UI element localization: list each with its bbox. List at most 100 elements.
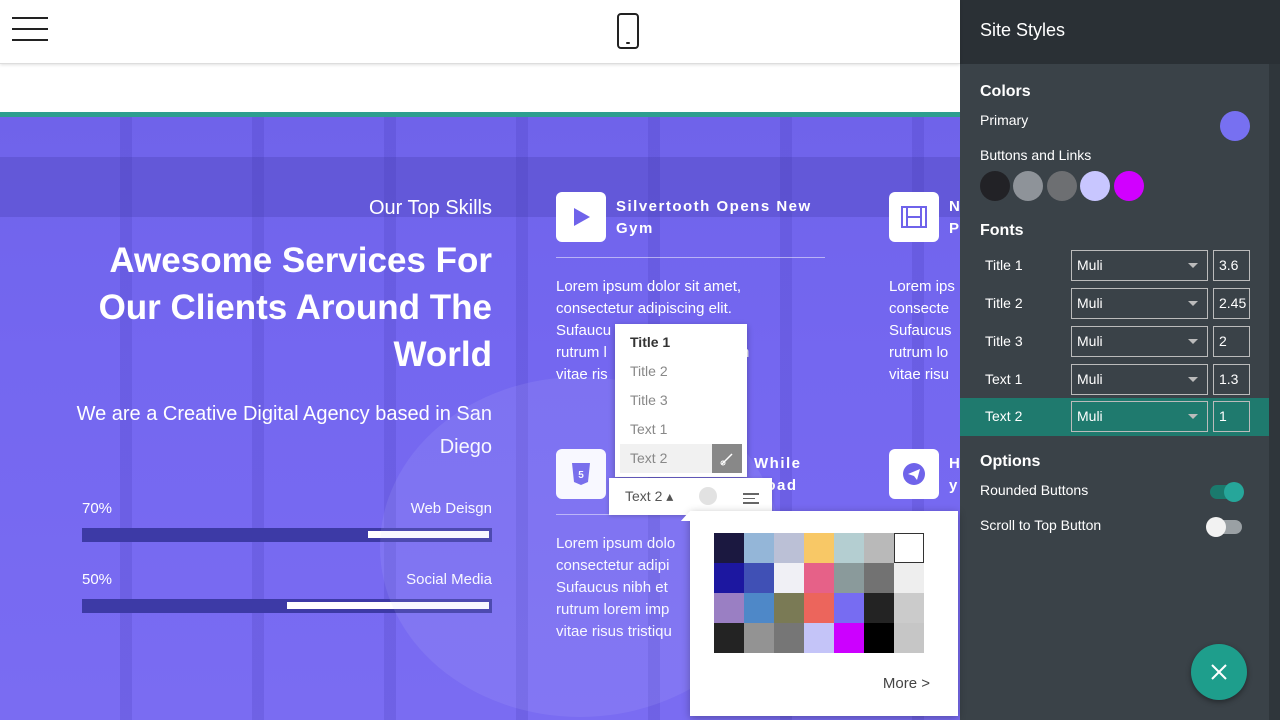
font-size-input[interactable]: 1: [1213, 401, 1250, 432]
color-swatch[interactable]: [774, 593, 804, 623]
button-color-swatch[interactable]: [980, 171, 1010, 201]
color-swatch[interactable]: [894, 533, 924, 563]
chevron-down-icon: [1188, 339, 1198, 344]
font-option-title-3[interactable]: Title 3: [615, 386, 747, 415]
font-family-value: Muli: [1077, 333, 1103, 349]
color-swatch[interactable]: [744, 593, 774, 623]
options-heading: Options: [980, 453, 1041, 470]
site-styles-panel: Site Styles Colors Primary Buttons and L…: [960, 0, 1280, 720]
color-swatch[interactable]: [804, 593, 834, 623]
font-family-select[interactable]: Muli: [1071, 326, 1208, 357]
html5-icon: 5: [556, 449, 606, 499]
color-swatch[interactable]: [774, 563, 804, 593]
color-swatch[interactable]: [894, 623, 924, 653]
color-swatch[interactable]: [834, 563, 864, 593]
card-text[interactable]: Lorem ipsum dolo consectetur adipi Sufau…: [556, 533, 696, 643]
hero-tagline[interactable]: We are a Creative Digital Agency based i…: [72, 398, 492, 464]
color-swatch[interactable]: [894, 563, 924, 593]
color-swatch[interactable]: [804, 533, 834, 563]
font-option-label: Text 2: [630, 450, 668, 466]
font-family-value: Muli: [1077, 295, 1103, 311]
color-swatch[interactable]: [834, 623, 864, 653]
font-option-title-1[interactable]: Title 1: [615, 328, 747, 357]
font-size-input[interactable]: 1.3: [1213, 364, 1250, 395]
font-option-text-1[interactable]: Text 1: [615, 415, 747, 444]
font-option-text-2[interactable]: Text 2: [620, 444, 742, 473]
telegram-icon: [889, 449, 939, 499]
skill-bar: [82, 599, 492, 613]
panel-scrollbar[interactable]: [1269, 64, 1280, 720]
skill-percent: 50%: [82, 571, 113, 588]
rounded-buttons-toggle[interactable]: [1210, 482, 1244, 502]
brush-icon[interactable]: [712, 444, 742, 473]
button-color-swatch[interactable]: [1013, 171, 1043, 201]
color-picker: More >: [681, 511, 958, 716]
hero-title[interactable]: Awesome Services For Our Clients Around …: [72, 237, 492, 378]
color-swatch[interactable]: [864, 563, 894, 593]
color-swatch[interactable]: [774, 623, 804, 653]
skill-bar: [82, 528, 492, 542]
card-title[interactable]: Silvertooth Opens New Gym: [616, 196, 816, 240]
font-row-title-1: Title 1 Muli 3.6: [960, 247, 1270, 285]
color-dot-icon[interactable]: [699, 487, 717, 505]
color-swatch[interactable]: [714, 563, 744, 593]
skill-bar-fill: [287, 602, 489, 609]
color-swatch[interactable]: [714, 593, 744, 623]
color-swatch[interactable]: [774, 533, 804, 563]
color-swatch[interactable]: [714, 533, 744, 563]
font-family-select[interactable]: Muli: [1071, 288, 1208, 319]
font-size-input[interactable]: 2.45: [1213, 288, 1250, 319]
button-color-swatch[interactable]: [1080, 171, 1110, 201]
font-size-input[interactable]: 2: [1213, 326, 1250, 357]
font-row-label: Title 1: [985, 257, 1023, 273]
hero-subtitle[interactable]: Our Top Skills: [369, 197, 492, 220]
font-row-label: Title 3: [985, 333, 1023, 349]
font-row-label: Text 1: [985, 371, 1023, 387]
toggle-knob: [1224, 482, 1244, 502]
skill-name: Social Media: [406, 571, 492, 588]
mobile-preview-icon[interactable]: [617, 13, 639, 49]
font-size-input[interactable]: 3.6: [1213, 250, 1250, 281]
color-swatch[interactable]: [834, 533, 864, 563]
card-title[interactable]: H y: [949, 453, 960, 497]
font-family-select[interactable]: Muli: [1071, 250, 1208, 281]
primary-color-swatch[interactable]: [1220, 111, 1250, 141]
card-text[interactable]: Lorem ips consecte Sufaucus rutrum lo vi…: [889, 276, 960, 386]
chevron-down-icon: [1188, 414, 1198, 419]
color-swatch[interactable]: [894, 593, 924, 623]
top-bar: [0, 0, 960, 64]
card-title[interactable]: N P: [949, 196, 960, 240]
font-family-select[interactable]: Muli: [1071, 364, 1208, 395]
font-family-select[interactable]: Muli: [1071, 401, 1208, 432]
color-swatch[interactable]: [714, 623, 744, 653]
color-swatch[interactable]: [804, 563, 834, 593]
skill-name: Web Deisgn: [410, 500, 492, 517]
button-color-swatch[interactable]: [1047, 171, 1077, 201]
chevron-down-icon: [1188, 377, 1198, 382]
color-swatch[interactable]: [744, 533, 774, 563]
font-family-value: Muli: [1077, 257, 1103, 273]
swatch-grid: [714, 533, 924, 653]
text-style-selector[interactable]: Text 2 ▴: [625, 488, 673, 505]
primary-label: Primary: [980, 112, 1029, 128]
font-row-text-2: Text 2 Muli 1: [960, 398, 1270, 436]
color-swatch[interactable]: [744, 623, 774, 653]
chevron-down-icon: [1188, 263, 1198, 268]
color-swatch[interactable]: [804, 623, 834, 653]
align-icon[interactable]: [743, 493, 759, 507]
close-icon[interactable]: [1191, 644, 1247, 700]
color-swatch[interactable]: [744, 563, 774, 593]
color-swatch[interactable]: [864, 623, 894, 653]
hamburger-menu-icon[interactable]: [12, 17, 48, 43]
color-swatch[interactable]: [864, 593, 894, 623]
color-swatch[interactable]: [864, 533, 894, 563]
scroll-top-toggle[interactable]: [1206, 517, 1242, 537]
buttons-links-label: Buttons and Links: [980, 147, 1092, 163]
font-option-title-2[interactable]: Title 2: [615, 357, 747, 386]
more-colors-link[interactable]: More >: [883, 675, 930, 692]
button-color-swatch[interactable]: [1114, 171, 1144, 201]
color-swatch[interactable]: [834, 593, 864, 623]
font-row-title-2: Title 2 Muli 2.45: [960, 285, 1270, 323]
svg-text:5: 5: [578, 470, 584, 481]
font-row-label: Text 2: [985, 408, 1023, 424]
